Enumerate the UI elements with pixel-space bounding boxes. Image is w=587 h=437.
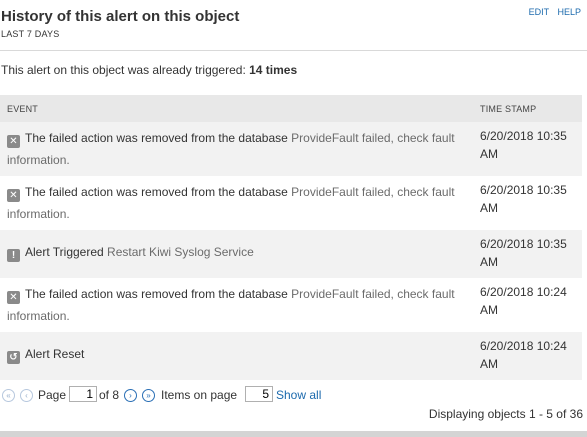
page-label: Page	[38, 388, 67, 402]
error-x-icon: ✕	[7, 135, 20, 148]
time-range-label: LAST 7 DAYS	[1, 29, 60, 39]
event-text: Alert Reset	[25, 347, 85, 361]
help-link[interactable]: HELP	[557, 7, 581, 17]
reset-icon: ↺	[7, 351, 20, 364]
trigger-summary-prefix: This alert on this object was already tr…	[1, 63, 250, 77]
table-row: ! Alert Triggered Restart Kiwi Syslog Ser…	[0, 230, 582, 278]
table-row: ↺ Alert Reset 6/20/2018 10:24 AM	[0, 332, 582, 380]
page-count: of 8	[99, 388, 120, 402]
next-page-icon[interactable]: ›	[124, 389, 137, 402]
edit-link[interactable]: EDIT	[529, 7, 549, 17]
first-page-icon[interactable]: «	[2, 389, 15, 402]
alert-exclamation-icon: !	[7, 249, 20, 262]
previous-page-icon[interactable]: ‹	[20, 389, 33, 402]
timestamp-cell: 6/20/2018 10:35 AM	[480, 237, 567, 269]
timestamp-cell: 6/20/2018 10:24 AM	[480, 339, 567, 371]
error-x-icon: ✕	[7, 189, 20, 202]
timestamp-cell: 6/20/2018 10:24 AM	[480, 285, 567, 317]
items-on-page-label: Items on page	[161, 388, 238, 402]
table-row: ✕ The failed action was removed from the …	[0, 176, 582, 230]
trigger-count: 14 times	[249, 63, 298, 77]
history-table: EVENT TIME STAMP ✕ The failed action was …	[0, 95, 582, 380]
event-text: The failed action was removed from the d…	[25, 185, 288, 199]
timestamp-cell: 6/20/2018 10:35 AM	[480, 183, 567, 215]
trigger-summary: This alert on this object was already tr…	[1, 63, 297, 77]
event-cell: ↺ Alert Reset	[7, 343, 462, 365]
event-text: Alert Triggered	[25, 245, 104, 259]
resource-header: History of this alert on this object LAS…	[0, 0, 587, 51]
event-cell: ✕ The failed action was removed from the …	[7, 181, 462, 225]
column-header-timestamp[interactable]: TIME STAMP	[480, 104, 536, 114]
page-number-input[interactable]	[69, 386, 97, 402]
header-links: EDIT HELP	[523, 7, 581, 17]
event-cell: ✕ The failed action was removed from the …	[7, 127, 462, 171]
table-row: ✕ The failed action was removed from the …	[0, 278, 582, 332]
table-header: EVENT TIME STAMP	[0, 95, 582, 122]
column-header-event[interactable]: EVENT	[7, 104, 38, 114]
bottom-divider	[0, 431, 587, 437]
event-text: The failed action was removed from the d…	[25, 131, 288, 145]
event-cell: ! Alert Triggered Restart Kiwi Syslog Ser…	[7, 241, 462, 263]
table-row: ✕ The failed action was removed from the …	[0, 122, 582, 176]
displaying-count: Displaying objects 1 - 5 of 36	[428, 407, 583, 421]
event-cell: ✕ The failed action was removed from the …	[7, 283, 462, 327]
show-all-link[interactable]: Show all	[276, 388, 321, 402]
page-title: History of this alert on this object	[1, 8, 240, 25]
event-text: The failed action was removed from the d…	[25, 287, 288, 301]
pager: « ‹ Page of 8 › » Items on page Show all	[0, 385, 587, 405]
event-link[interactable]: Restart Kiwi Syslog Service	[107, 245, 254, 259]
items-on-page-input[interactable]	[245, 386, 273, 402]
timestamp-cell: 6/20/2018 10:35 AM	[480, 129, 567, 161]
last-page-icon[interactable]: »	[142, 389, 155, 402]
error-x-icon: ✕	[7, 291, 20, 304]
